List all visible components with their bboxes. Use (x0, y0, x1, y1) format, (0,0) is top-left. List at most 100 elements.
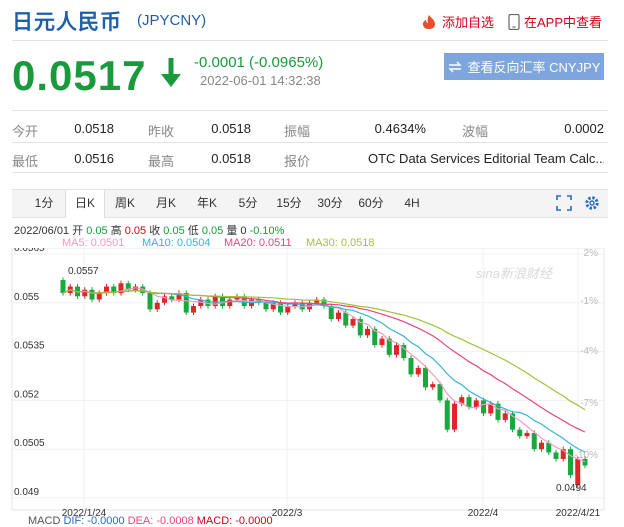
down-arrow-icon (161, 58, 181, 87)
candle-body (365, 328, 370, 336)
candle-body (553, 452, 559, 459)
ma10-line (62, 289, 586, 453)
candle-body (502, 413, 508, 420)
candle-body (466, 397, 472, 407)
candle-body (517, 429, 523, 437)
candle-body (568, 449, 573, 476)
bar-volume-label: 量 (226, 225, 238, 237)
stat-label: 波幅 (462, 124, 489, 139)
candle-body (444, 400, 450, 430)
header-divider (12, 40, 608, 41)
tab-4h[interactable]: 4H (394, 190, 430, 217)
candle-body (350, 319, 356, 326)
x-tick-label: 2022/4 (468, 508, 499, 519)
candle-body (263, 302, 269, 310)
y-tick-label: 0.055 (14, 292, 39, 303)
stat-value: 0.0518 (74, 121, 114, 136)
stat-label: 报价 (284, 154, 311, 169)
stat-value: 0.4634% (374, 121, 426, 136)
bar-close: 0.05 (163, 225, 185, 237)
y-right-tick-label: -1% (580, 296, 598, 307)
candlestick-chart[interactable]: 0.0565 0.055 0.0535 0.052 0.0505 0.049 2% -1% -4… (0, 248, 624, 521)
y-tick-label: 0.0505 (14, 438, 45, 449)
macd-value: MACD: -0.0000 (196, 515, 273, 527)
price-change: -0.0001 (-0.0965%) (194, 54, 324, 71)
candle-body (524, 432, 530, 437)
add-favorite-button[interactable]: 添加自选 (420, 12, 494, 31)
reverse-rate-button[interactable]: 查看反向汇率 CNYJPY (444, 53, 604, 80)
stat-value: 0.0516 (74, 151, 114, 166)
fullscreen-icon[interactable] (556, 195, 572, 211)
bar-date: 2022/06/01 (14, 225, 70, 237)
phone-icon (508, 13, 520, 30)
stat-label: 最低 (12, 154, 39, 169)
bar-info: 2022/06/01 开 0.05 高 0.05 收 0.05 低 0.05 量… (14, 222, 284, 238)
candle-body (154, 302, 160, 310)
tab-daily-k[interactable]: 日K (65, 190, 105, 218)
bar-pct: -0.10% (249, 225, 285, 237)
period-tab-bar: 1分 日K 周K 月K 年K 5分 15分 30分 60分 4H (12, 189, 608, 218)
candle-body (575, 458, 581, 485)
bar-open: 0.05 (86, 225, 108, 237)
tab-5min[interactable]: 5分 (230, 190, 266, 217)
stats-divider-mid (12, 142, 608, 143)
candle-body (394, 345, 399, 355)
stats-divider-top (12, 110, 608, 111)
tab-monthly-k[interactable]: 月K (148, 190, 184, 217)
tab-weekly-k[interactable]: 周K (107, 190, 143, 217)
candle-body (430, 384, 436, 388)
quote-source: OTC Data Services Editorial Team Calc... (368, 151, 604, 166)
y-right-tick-label: -4% (580, 346, 598, 357)
indicator-row: MACD DIF: -0.0000 DEA: -0.0008 MACD: -0.… (28, 515, 273, 527)
stat-label: 最高 (148, 154, 175, 169)
stat-label: 振幅 (284, 124, 311, 139)
tab-60min[interactable]: 60分 (353, 190, 389, 217)
tab-30min[interactable]: 30分 (312, 190, 348, 217)
candle-body (423, 367, 428, 388)
tab-1min[interactable]: 1分 (26, 190, 62, 217)
bar-high: 0.05 (124, 225, 147, 237)
candle-body (582, 458, 588, 466)
page-title: 日元人民币 (12, 11, 122, 34)
stats-divider-bottom (12, 172, 608, 173)
tab-yearly-k[interactable]: 年K (189, 190, 225, 217)
stat-value: 0.0002 (564, 121, 604, 136)
macd-label: MACD (28, 515, 61, 527)
candle-body (89, 289, 95, 300)
candle-body (96, 293, 102, 300)
x-tick-label: 2022/3 (272, 508, 303, 519)
y-tick-label: 0.052 (14, 389, 39, 400)
candle-body (539, 442, 544, 450)
quote-datetime: 2022-06-01 14:32:38 (200, 73, 321, 88)
open-in-app-label: 在APP中查看 (524, 15, 603, 30)
bar-close-label: 收 (149, 225, 161, 237)
candle-body (437, 384, 443, 401)
reverse-rate-label: 查看反向汇率 CNYJPY (467, 60, 601, 75)
min-label: 0.0494 (556, 483, 587, 494)
candle-body (343, 312, 349, 326)
bar-volume: 0 (240, 225, 247, 237)
stat-label: 昨收 (148, 124, 175, 139)
candle-body (415, 367, 421, 375)
swap-icon (447, 61, 462, 72)
current-price: 0.0517 (12, 52, 147, 99)
y-tick-label: 0.0565 (14, 248, 45, 254)
candle-body (408, 358, 414, 375)
open-in-app-button[interactable]: 在APP中查看 (508, 12, 602, 31)
candle-body (60, 280, 66, 294)
y-tick-label: 0.049 (14, 487, 39, 498)
tab-15min[interactable]: 15分 (271, 190, 307, 217)
candle-body (82, 289, 88, 297)
chart-frame (11, 248, 605, 511)
stat-label: 今开 (12, 124, 39, 139)
dif-value: DIF: -0.0000 (63, 515, 125, 527)
candle-body (481, 400, 486, 414)
candle-body (278, 302, 283, 313)
settings-icon[interactable] (584, 195, 600, 211)
stat-value: 0.0518 (211, 151, 251, 166)
bar-low: 0.05 (201, 225, 224, 237)
y-right-tick-label: 2% (584, 248, 599, 259)
candle-body (227, 299, 233, 307)
bar-high-label: 高 (110, 225, 122, 237)
watermark: sina新浪财经 (476, 266, 554, 281)
